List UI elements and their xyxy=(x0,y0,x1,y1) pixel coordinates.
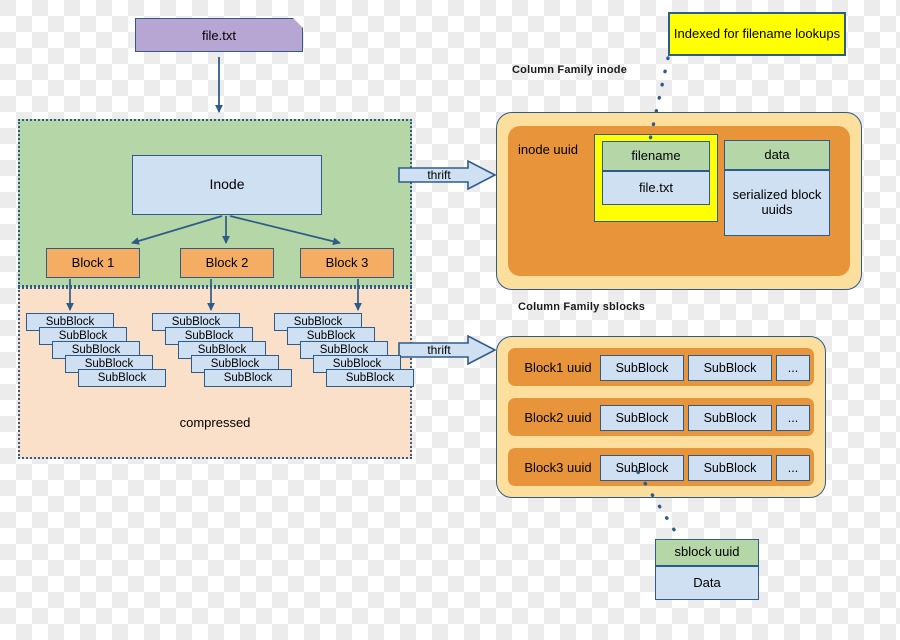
sblocks-table-row: Block1 uuid SubBlock SubBlock ... xyxy=(508,348,814,386)
filename-column-name-text: filename xyxy=(631,147,681,163)
data-column-name: data xyxy=(724,140,830,170)
filename-column-value-text: file.txt xyxy=(639,179,673,195)
sblocks-cell: SubBlock xyxy=(688,455,772,481)
filename-column-name: filename xyxy=(602,141,710,171)
sblocks-cell: SubBlock xyxy=(600,355,684,381)
column-family-inode-title: Column Family inode xyxy=(512,64,628,76)
sblocks-cell-ellipsis: ... xyxy=(776,405,810,431)
subblock-box: SubBlock xyxy=(78,369,166,387)
inode-label: Inode xyxy=(209,176,245,193)
block-box-2: Block 2 xyxy=(180,248,274,278)
inode-box: Inode xyxy=(132,155,322,215)
sblock-detail-value-text: Data xyxy=(693,574,721,590)
block-label-3: Block 3 xyxy=(325,254,369,270)
source-file-banner: file.txt xyxy=(135,18,303,52)
sblocks-cell-ellipsis: ... xyxy=(776,455,810,481)
data-column-value: serialized block uuids xyxy=(724,170,830,236)
source-file-label: file.txt xyxy=(202,27,236,43)
thrift-label-sblocks: thrift xyxy=(427,343,451,357)
sblock-detail-row-key-text: sblock uuid xyxy=(674,544,740,560)
sblocks-row-key: Block3 uuid xyxy=(524,459,592,475)
thrift-label-inode: thrift xyxy=(427,168,451,182)
compressed-label: compressed xyxy=(179,415,251,430)
diagram-canvas: file.txt Indexed for filename lookups In… xyxy=(0,0,900,640)
column-family-sblocks-title: Column Family sblocks xyxy=(518,301,646,313)
sblocks-cell: SubBlock xyxy=(600,405,684,431)
data-column-value-text: serialized block uuids xyxy=(732,187,822,217)
indexed-lookup-callout: Indexed for filename lookups xyxy=(668,12,846,56)
sblocks-cell: SubBlock xyxy=(600,455,684,481)
sblocks-table-row: Block2 uuid SubBlock SubBlock ... xyxy=(508,398,814,436)
thrift-arrow-inode: thrift xyxy=(398,160,496,190)
sblocks-cell: SubBlock xyxy=(688,405,772,431)
sblocks-row-key: Block2 uuid xyxy=(524,409,592,425)
filename-column-value: file.txt xyxy=(602,171,710,205)
block-label-1: Block 1 xyxy=(71,254,115,270)
sblock-detail-value: Data xyxy=(655,566,759,600)
sblocks-table-row: Block3 uuid SubBlock SubBlock ... xyxy=(508,448,814,486)
inode-row-key: inode uuid xyxy=(518,141,578,157)
block-box-1: Block 1 xyxy=(46,248,140,278)
sblocks-cell-ellipsis: ... xyxy=(776,355,810,381)
block-box-3: Block 3 xyxy=(300,248,394,278)
sblock-detail-row-key: sblock uuid xyxy=(655,539,759,566)
indexed-lookup-label: Indexed for filename lookups xyxy=(673,25,841,41)
sblocks-row-key: Block1 uuid xyxy=(524,359,592,375)
sblocks-cell: SubBlock xyxy=(688,355,772,381)
thrift-arrow-sblocks: thrift xyxy=(398,335,496,365)
block-label-2: Block 2 xyxy=(205,254,249,270)
subblock-box: SubBlock xyxy=(204,369,292,387)
subblock-box: SubBlock xyxy=(326,369,414,387)
data-column-name-text: data xyxy=(764,146,790,162)
